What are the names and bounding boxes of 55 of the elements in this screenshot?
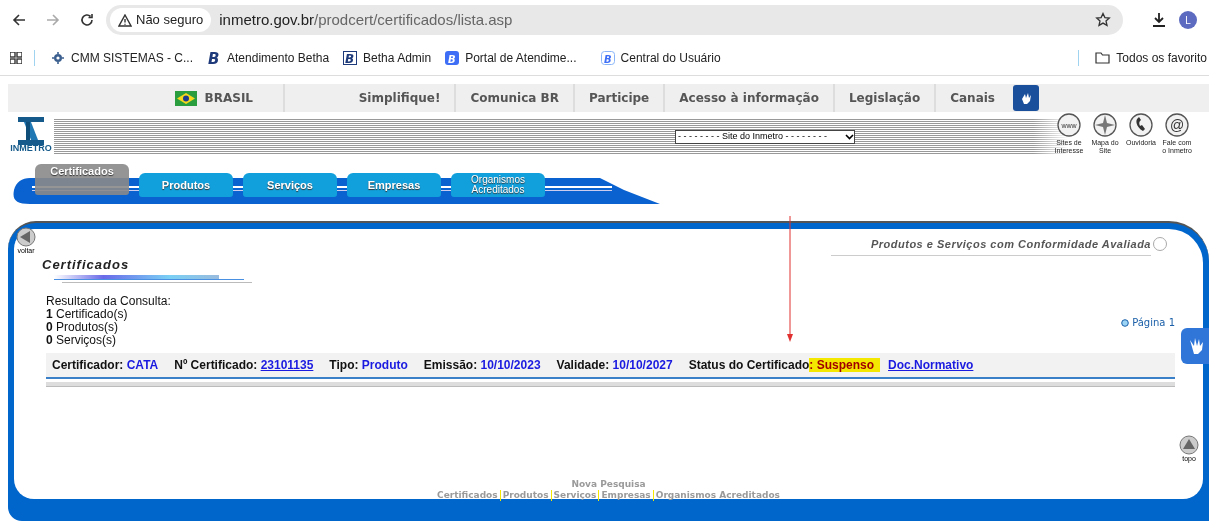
apps-icon[interactable]: [10, 51, 22, 64]
country-label[interactable]: BRASIL: [204, 89, 253, 107]
gear-icon: [51, 50, 65, 65]
gov-nav-link[interactable]: Simplifique!: [344, 84, 457, 112]
at-sign-icon: @: [1165, 113, 1189, 137]
gov-nav-link[interactable]: Acesso à informação: [665, 84, 835, 112]
gov-nav-link[interactable]: Canais: [936, 84, 1009, 112]
download-icon[interactable]: [1151, 12, 1167, 28]
gov-nav-link[interactable]: Participe: [574, 84, 666, 112]
folder-icon: [1095, 51, 1111, 64]
gov-nav-link[interactable]: Comunica BR: [456, 84, 575, 112]
back-icon[interactable]: [12, 13, 26, 27]
chevron-down-icon: [845, 134, 854, 140]
letter-b-icon: B: [600, 50, 615, 65]
page-link[interactable]: Página 1: [1121, 315, 1175, 330]
section-subtitle: Produtos e Serviços com Conformidade Avaliada: [870, 238, 1151, 250]
inmetro-logo-icon: [15, 117, 47, 145]
bookmark-link[interactable]: B Atendimento Betha: [207, 48, 330, 67]
page-heading: Certificados: [42, 256, 131, 274]
url-text[interactable]: inmetro.gov.br/prodcert/certificados/lista.asp: [219, 8, 513, 32]
record-field: Tipo: Produto: [329, 356, 408, 374]
logo-text: INMETRO: [10, 144, 52, 153]
bullet-icon: [1121, 318, 1130, 327]
address-bar[interactable]: Não seguro inmetro.gov.br/prodcert/certificados/lista.asp: [106, 5, 1123, 35]
bookmark-star-icon[interactable]: [1095, 12, 1111, 28]
all-bookmarks-link[interactable]: Todos os favorito: [1095, 48, 1209, 67]
record-field: Emissão: 10/10/2023: [423, 356, 541, 374]
flag-icon: [174, 90, 197, 106]
record-field: Nº Certificado: 23101135: [174, 356, 314, 374]
letter-b-icon: B: [207, 50, 221, 65]
new-search-label: Nova Pesquisa: [571, 479, 646, 490]
gov-nav-link[interactable]: Legislação: [834, 84, 937, 112]
sign-language-button[interactable]: [1181, 328, 1209, 364]
record-field: Certificador: CATA: [52, 356, 159, 374]
reload-icon[interactable]: [80, 13, 94, 27]
accessibility-button[interactable]: [1013, 85, 1039, 111]
bookmark-link[interactable]: B Portal de Atendime...: [445, 48, 577, 67]
hand-icon: [1019, 91, 1033, 105]
security-chip[interactable]: Não seguro: [110, 8, 212, 32]
bookmark-link[interactable]: B Central do Usuário: [600, 48, 721, 67]
site-select[interactable]: - - - - - - - - Site do Inmetro - - - - - - - -: [675, 130, 855, 144]
round-marker: [1153, 237, 1167, 251]
count-text: 0 Produtos(s): [46, 321, 119, 334]
bookmark-link[interactable]: B Betha Admin: [343, 48, 432, 67]
letter-b-icon: B: [445, 50, 460, 65]
summary-title: Resultado da Consulta:: [46, 295, 171, 308]
record-field: Status do Certificado: Suspenso: [688, 356, 881, 374]
count-text: 1 Certificado(s): [46, 308, 129, 321]
record-field: Validade: 10/10/2027: [556, 356, 673, 374]
doc-link[interactable]: Doc.Normativo: [888, 356, 974, 374]
warning-icon: [118, 13, 132, 27]
bookmark-link[interactable]: CMM SISTEMAS - C...: [51, 48, 193, 67]
letter-b-icon: B: [343, 50, 358, 65]
count-text: 0 Serviços(s): [46, 334, 117, 347]
profile-avatar[interactable]: L: [1179, 11, 1197, 29]
